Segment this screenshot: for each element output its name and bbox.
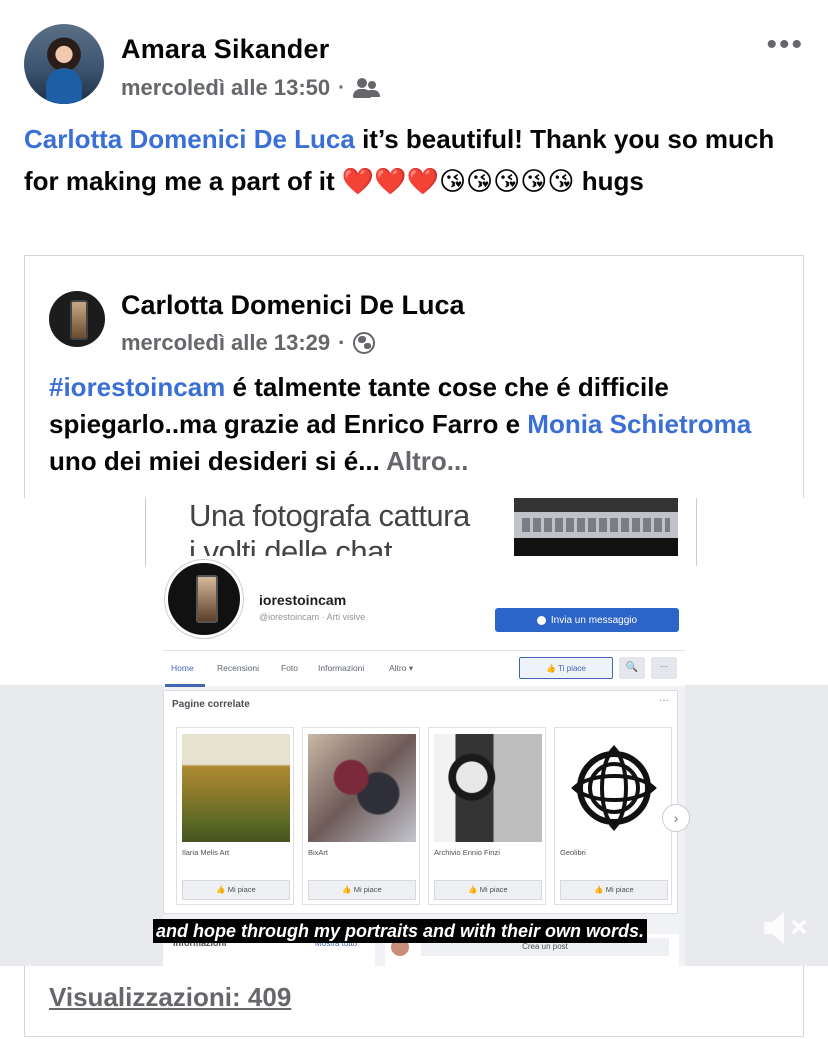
nav-reviews: Recensioni <box>217 663 260 673</box>
post-timestamp[interactable]: mercoledì alle 13:50 <box>121 75 330 101</box>
shared-post-timestamp[interactable]: mercoledì alle 13:29 <box>121 330 330 356</box>
related-card-name: BixArt <box>308 848 329 857</box>
related-like-button: 👍 Mi piace <box>560 880 668 900</box>
related-card-name: Archivio Ennio Finzi <box>434 848 500 857</box>
page-avatar <box>165 560 243 638</box>
related-like-button: 👍 Mi piace <box>308 880 416 900</box>
page-more-icon: ··· <box>651 657 677 679</box>
related-pages: Pagine correlate ··· Ilaria Melis Art 👍 … <box>163 690 678 914</box>
related-image-landscape <box>182 734 290 842</box>
shared-author-name[interactable]: Carlotta Domenici De Luca <box>121 290 465 321</box>
shared-mention-link[interactable]: Monia Schietroma <box>527 409 751 439</box>
related-card: BixArt 👍 Mi piace <box>302 727 420 905</box>
nav-photos: Foto <box>281 663 299 673</box>
nav-home: Home <box>171 663 194 673</box>
author-avatar[interactable] <box>24 24 104 104</box>
related-more-icon: ··· <box>659 695 669 706</box>
shared-post-text: #iorestoincam é talmente tante cose che … <box>49 369 789 480</box>
related-card-name: Geolibri <box>560 848 586 857</box>
meta-separator: · <box>338 76 345 99</box>
send-message-label: Invia un messaggio <box>550 614 638 626</box>
nav-active-indicator <box>165 684 205 687</box>
mention-link[interactable]: Carlotta Domenici De Luca <box>24 124 355 154</box>
related-like-button: 👍 Mi piace <box>434 880 542 900</box>
related-image-portrait <box>434 734 542 842</box>
related-image-fabric <box>308 734 416 842</box>
facebook-page-screenshot: iorestoincam @iorestoincam · Arti visive… <box>163 556 690 966</box>
more-options-icon[interactable]: ••• <box>766 30 804 60</box>
shared-post-meta: mercoledì alle 13:29 · <box>121 330 376 356</box>
speaker-muted-icon[interactable] <box>760 902 812 954</box>
related-card: Ilaria Melis Art 👍 Mi piace <box>176 727 294 905</box>
post-text: Carlotta Domenici De Luca it’s beautiful… <box>24 118 804 202</box>
shared-author-avatar[interactable] <box>49 291 105 347</box>
nav-info: Informazioni <box>318 663 365 673</box>
shared-text-part2: uno dei miei desideri si é... <box>49 446 387 476</box>
friends-icon <box>352 78 379 98</box>
messenger-icon <box>536 615 546 625</box>
shared-meta-separator: · <box>338 330 346 355</box>
post-meta: mercoledì alle 13:50 · <box>121 75 379 101</box>
see-more-link[interactable]: Altro... <box>386 446 468 476</box>
globe-icon <box>353 332 376 354</box>
related-card: Archivio Ennio Finzi 👍 Mi piace <box>428 727 546 905</box>
send-message-button: Invia un messaggio <box>495 608 679 632</box>
page-name: iorestoincam <box>259 592 347 608</box>
page-handle: @iorestoincam · Arti visive <box>259 612 366 622</box>
video-subtitle: and hope through my portraits and with t… <box>153 919 648 943</box>
video-player[interactable]: Una fotografa cattura i volti delle chat… <box>0 498 828 966</box>
headline-line-1: Una fotografa cattura <box>189 498 470 533</box>
page-header: iorestoincam @iorestoincam · Arti visive… <box>163 556 685 650</box>
related-like-button: 👍 Mi piace <box>182 880 290 900</box>
views-count-link[interactable]: Visualizzazioni: 409 <box>49 982 291 1013</box>
related-image-logo <box>560 734 668 842</box>
hashtag-link[interactable]: #iorestoincam <box>49 372 225 402</box>
related-card: Geolibri 👍 Mi piace <box>554 727 672 905</box>
laptop-image <box>514 498 678 564</box>
page-nav: Home Recensioni Foto Informazioni Altro … <box>163 650 685 687</box>
author-name[interactable]: Amara Sikander <box>121 34 329 65</box>
chevron-right-icon: › <box>662 804 690 832</box>
post-header: Amara Sikander mercoledì alle 13:50 · ••… <box>0 0 828 115</box>
page-like-button: 👍 Ti piace <box>519 657 613 679</box>
views-footer: Visualizzazioni: 409 <box>24 968 804 1037</box>
related-pages-title: Pagine correlate <box>172 699 250 710</box>
nav-more: Altro ▾ <box>389 663 414 673</box>
page-search-icon: 🔍 <box>619 657 645 679</box>
related-card-name: Ilaria Melis Art <box>182 848 230 857</box>
